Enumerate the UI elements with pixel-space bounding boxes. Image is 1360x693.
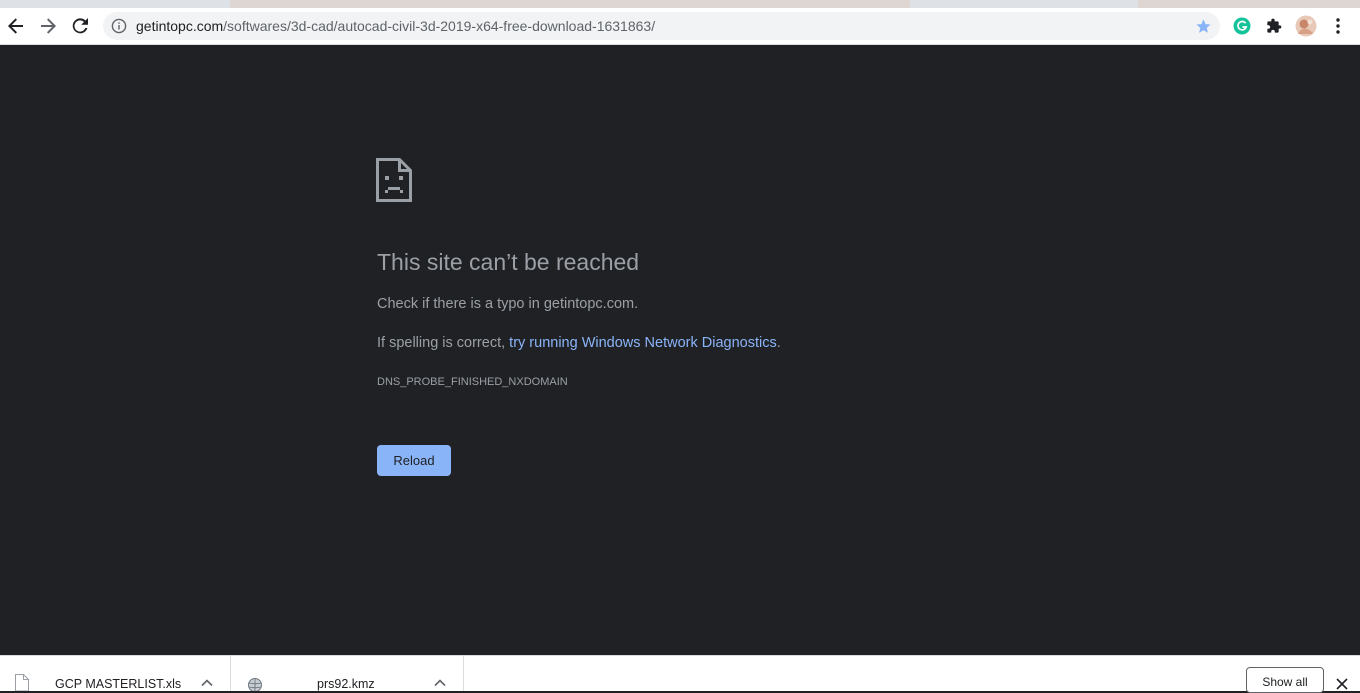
browser-toolbar: getintopc.com/softwares/3d-cad/autocad-c… bbox=[0, 8, 1360, 45]
star-icon bbox=[1195, 18, 1211, 33]
url-path: /softwares/3d-cad/autocad-civil-3d-2019-… bbox=[223, 18, 656, 34]
network-diagnostics-link[interactable]: try running Windows Network Diagnostics bbox=[509, 335, 777, 351]
reload-page-button[interactable]: Reload bbox=[377, 445, 451, 476]
sad-page-icon bbox=[376, 158, 412, 202]
profile-avatar bbox=[1295, 15, 1317, 37]
url-text[interactable]: getintopc.com/softwares/3d-cad/autocad-c… bbox=[136, 12, 655, 40]
download-item[interactable]: prs92.kmz bbox=[231, 656, 464, 691]
info-icon bbox=[111, 18, 127, 34]
diagnostics-prefix: If spelling is correct, bbox=[377, 335, 510, 351]
diagnostics-suffix: . bbox=[776, 335, 781, 351]
kebab-menu-icon bbox=[1336, 18, 1340, 34]
address-bar[interactable]: getintopc.com/softwares/3d-cad/autocad-c… bbox=[103, 12, 1220, 40]
tab-background[interactable] bbox=[230, 0, 910, 8]
reload-icon bbox=[72, 18, 88, 34]
tab-strip bbox=[0, 0, 1360, 8]
url-host: getintopc.com bbox=[136, 18, 224, 34]
puzzle-icon bbox=[1267, 18, 1282, 33]
chevron-up-icon[interactable] bbox=[433, 676, 447, 690]
extensions-button[interactable] bbox=[1263, 15, 1285, 37]
download-item[interactable]: GCP MASTERLIST.xls bbox=[0, 656, 231, 691]
site-info-button[interactable] bbox=[110, 17, 128, 35]
download-filename: GCP MASTERLIST.xls bbox=[55, 677, 182, 691]
error-code: DNS_PROBE_FINISHED_NXDOMAIN bbox=[377, 376, 568, 388]
document-file-icon bbox=[15, 674, 29, 691]
diagnostics-suggestion: If spelling is correct, try running Wind… bbox=[377, 335, 781, 351]
back-arrow-icon bbox=[8, 18, 23, 34]
reload-button[interactable] bbox=[65, 11, 95, 41]
bookmark-button[interactable] bbox=[1194, 17, 1212, 35]
globe-file-icon bbox=[248, 678, 262, 691]
browser-menu-button[interactable] bbox=[1327, 15, 1349, 37]
back-button[interactable] bbox=[1, 11, 31, 41]
grammarly-extension-button[interactable] bbox=[1231, 15, 1253, 37]
grammarly-extension-icon bbox=[1233, 17, 1251, 35]
typo-suggestion: Check if there is a typo in getintopc.co… bbox=[377, 296, 639, 312]
show-all-downloads-button[interactable]: Show all bbox=[1246, 667, 1324, 693]
forward-arrow-icon bbox=[41, 18, 56, 34]
profile-button[interactable] bbox=[1295, 15, 1317, 37]
tab-background[interactable] bbox=[1138, 0, 1360, 8]
chevron-up-icon[interactable] bbox=[200, 676, 214, 690]
forward-button[interactable] bbox=[33, 11, 63, 41]
download-shelf: GCP MASTERLIST.xls prs92.kmz Show all bbox=[0, 655, 1360, 693]
download-filename: prs92.kmz bbox=[317, 677, 375, 691]
error-title: This site can’t be reached bbox=[377, 249, 640, 275]
